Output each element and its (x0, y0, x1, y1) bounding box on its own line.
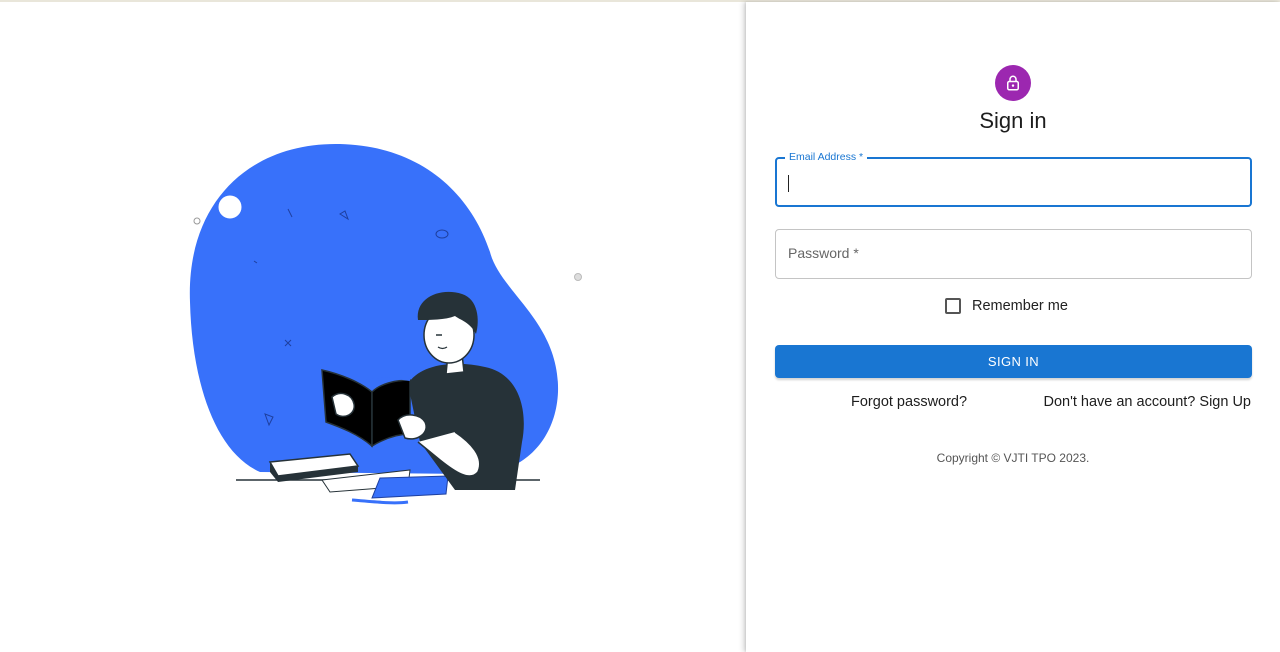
avatar (995, 65, 1031, 101)
email-field[interactable]: Email Address * (775, 151, 1252, 207)
page-title: Sign in (979, 108, 1047, 133)
remember-label: Remember me (972, 298, 1068, 314)
signin-panel: Sign in Email Address * Password * Remem… (746, 2, 1280, 652)
signin-button[interactable]: SIGN IN (775, 345, 1252, 378)
forgot-password-link[interactable]: Forgot password? (851, 394, 967, 410)
copyright-text: Copyright © VJTI TPO 2023. (936, 451, 1090, 465)
lock-icon (1007, 75, 1019, 91)
email-input[interactable] (777, 159, 1250, 205)
reading-person-illustration (189, 143, 582, 505)
password-field[interactable]: Password * (775, 229, 1252, 279)
remember-checkbox[interactable] (945, 298, 961, 314)
password-input[interactable] (776, 230, 1251, 278)
illustration-panel (0, 2, 746, 652)
signup-link[interactable]: Don't have an account? Sign Up (1043, 394, 1251, 410)
remember-me[interactable]: Remember me (945, 295, 1068, 317)
globe-doodle (217, 194, 243, 220)
